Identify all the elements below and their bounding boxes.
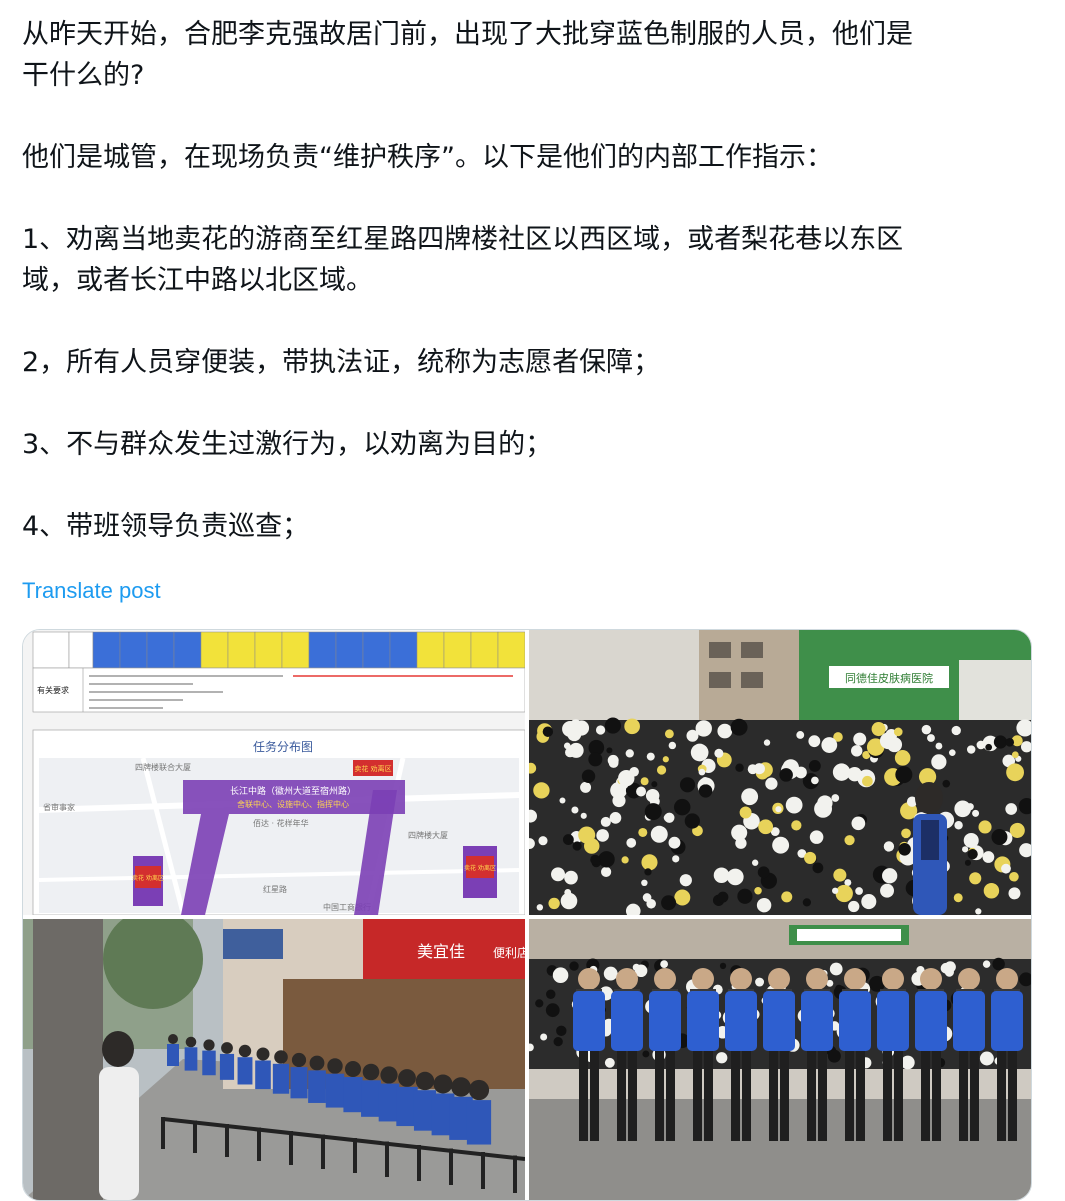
translate-post-link[interactable]: Translate post [22,578,161,604]
shop-sign: 同德佳皮肤病医院 [845,671,933,685]
post-line: 从昨天开始，合肥李克强故居门前，出现了大批穿蓝色制服的人员，他们是 [22,19,913,50]
zone-label: 卖花 劝离区 [132,874,164,882]
post-line: 3、不与群众发生过激行为，以劝离为目的； [22,429,553,460]
zone-label: 卖花 劝离区 [464,864,496,872]
store-sign-2: 便利店 [493,946,525,960]
post-line: 2，所有人员穿便装，带执法证，统称为志愿者保障； [22,347,661,378]
store-sign: 美宜佳 [417,942,465,961]
media-grid: 有关要求 任务分布图 四牌楼联合大厦 佰达 · 花样年华 四牌楼大厦 红星路 中… [22,629,1032,1201]
zone-label: 卖花 劝离区 [354,764,391,773]
photo-work-document[interactable]: 有关要求 任务分布图 四牌楼联合大厦 佰达 · 花样年华 四牌楼大厦 红星路 中… [23,630,525,915]
map-place-6: 省审事家 [43,802,75,812]
map-place-3: 四牌楼大厦 [408,830,448,840]
road-main-label: 长江中路（徽州大道至宿州路） [230,785,356,797]
map-place-1: 四牌楼联合大厦 [135,762,191,772]
map-title: 任务分布图 [253,739,313,754]
road-main-sub: 舍联中心、设施中心、指挥中心 [237,799,349,809]
post-line: 干什么的? [22,60,145,91]
post-line: 他们是城管，在现场负责“维护秩序”。以下是他们的内部工作指示： [22,142,833,173]
photo-street-line[interactable]: 美宜佳 便利店 [23,919,525,1200]
post-line: 1、劝离当地卖花的游商至红星路四牌楼社区以西区域，或者梨花巷以东区 [22,224,904,255]
photo-staff-row[interactable] [529,919,1031,1200]
post-text: 从昨天开始，合肥李克强故居门前，出现了大批穿蓝色制服的人员，他们是 干什么的? … [22,14,1032,547]
photo-flower-memorial[interactable]: 同德佳皮肤病医院 [529,630,1031,915]
map-place-2: 佰达 · 花样年华 [253,818,309,828]
table-row-header: 有关要求 [37,685,69,695]
post-line: 域，或者长江中路以北区域。 [22,265,373,296]
map-place-4: 红星路 [263,884,287,894]
post-line: 4、带班领导负责巡查； [22,511,310,542]
